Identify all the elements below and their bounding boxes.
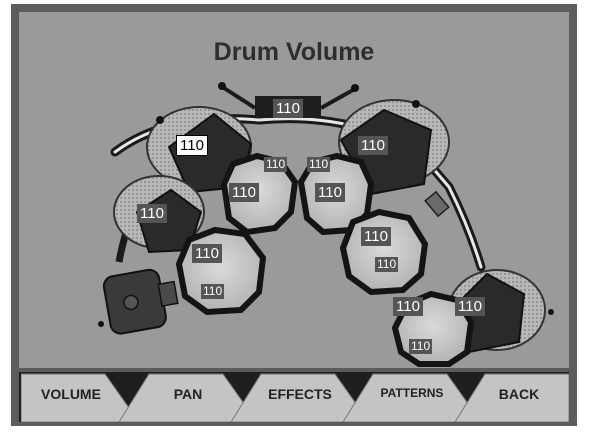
bass-drum-volume[interactable]: 110	[273, 99, 303, 118]
tom-1-rim-volume[interactable]: 110	[264, 157, 288, 172]
volume-button-label: VOLUME	[41, 386, 101, 402]
crash-cymbal-right-volume[interactable]: 110	[358, 136, 388, 155]
tom-2-rim-volume[interactable]: 110	[307, 157, 331, 172]
back-button[interactable]: BACK	[455, 372, 569, 422]
tom-3-rim-volume[interactable]: 110	[375, 257, 399, 272]
hihat-cymbal-volume[interactable]: 110	[137, 204, 167, 223]
tom-1-head-volume[interactable]: 110	[229, 183, 259, 202]
drum-volume-screen: Drum Volume 110 110 110 110 110 110 110 …	[19, 12, 569, 368]
snare-head-volume[interactable]: 110	[192, 244, 222, 263]
bottom-nav-bar: VOLUME PAN EFFECTS PATTERNS BACK	[19, 372, 569, 422]
tom-2-head-volume[interactable]: 110	[315, 183, 345, 202]
floor-tom-head-volume[interactable]: 110	[393, 297, 423, 316]
floor-tom-rim-volume[interactable]: 110	[409, 339, 433, 354]
tom-3-head-volume[interactable]: 110	[361, 227, 391, 246]
snare-rim-volume[interactable]: 110	[201, 284, 225, 299]
crash-cymbal-left-volume[interactable]: 110	[176, 135, 208, 156]
ride-cymbal-volume[interactable]: 110	[455, 297, 485, 316]
back-button-label: BACK	[498, 386, 540, 402]
drum-kit-illustration	[98, 82, 554, 367]
